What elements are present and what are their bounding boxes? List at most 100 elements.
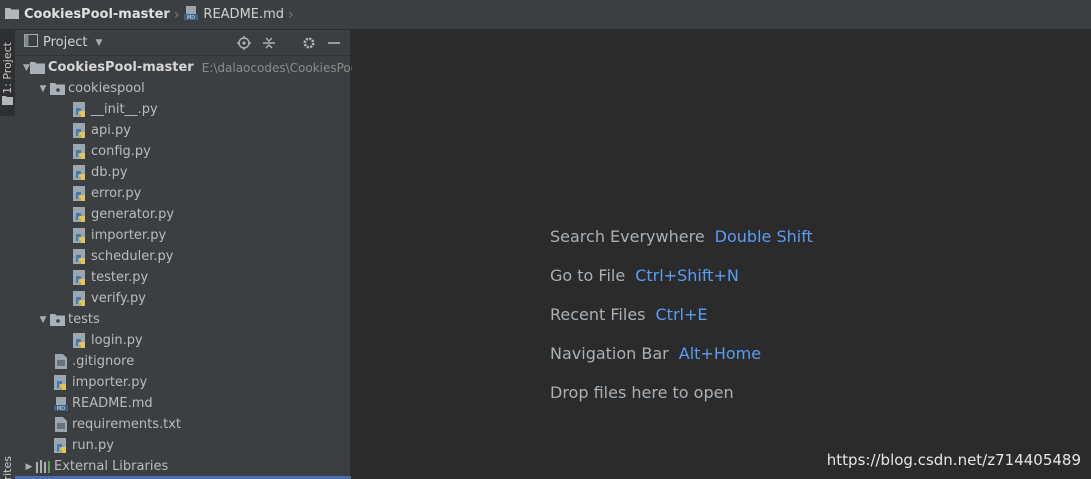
library-icon: [35, 459, 51, 475]
tree-file[interactable]: importer.py: [15, 372, 350, 393]
tree-file-label: db.py: [91, 165, 128, 180]
markdown-file-icon: MD: [53, 396, 69, 412]
tree-file[interactable]: verify.py: [15, 288, 350, 309]
project-panel: Project ▼ ▼ CookiesPool-master E:\dalaoc…: [15, 30, 366, 479]
python-file-icon: [72, 143, 88, 160]
shortcut-hints: Search Everywhere Double Shift Go to Fil…: [550, 227, 813, 422]
favorites-tool-tab[interactable]: orites: [1, 456, 14, 479]
python-file-icon: [72, 227, 88, 244]
hint-drop-files: Drop files here to open: [550, 383, 813, 422]
tree-file[interactable]: scheduler.py: [15, 246, 350, 267]
editor-empty-area[interactable]: Search Everywhere Double Shift Go to Fil…: [352, 31, 1091, 479]
folder-icon: [4, 6, 20, 24]
hint-label: Search Everywhere: [550, 227, 705, 246]
locate-target-icon[interactable]: [236, 35, 252, 51]
expand-arrow-icon[interactable]: ▼: [23, 63, 30, 73]
project-view-selector[interactable]: Project: [43, 35, 87, 50]
expand-arrow-icon[interactable]: ▶: [23, 462, 35, 472]
tree-folder-label: tests: [68, 312, 100, 327]
tree-file[interactable]: db.py: [15, 162, 350, 183]
project-tool-tab-label: 1: Project: [1, 42, 14, 94]
hint-navigation-bar: Navigation Bar Alt+Home: [550, 344, 813, 383]
python-file-icon: [72, 206, 88, 223]
expand-arrow-icon[interactable]: ▼: [37, 84, 49, 94]
project-view-icon: [24, 34, 38, 51]
tree-file-label: README.md: [72, 396, 153, 411]
tree-file[interactable]: __init__.py: [15, 99, 350, 120]
tree-root-path: E:\dalaocodes\CookiesPool-: [201, 60, 366, 75]
tree-file-label: login.py: [91, 333, 143, 348]
tree-file[interactable]: requirements.txt: [15, 414, 350, 435]
text-file-icon: [53, 417, 69, 433]
tree-file-label: run.py: [72, 438, 114, 453]
tree-root-label: CookiesPool-master: [47, 60, 194, 75]
hint-go-to-file: Go to File Ctrl+Shift+N: [550, 266, 813, 305]
tree-file[interactable]: config.py: [15, 141, 350, 162]
breadcrumb-file[interactable]: MD README.md: [183, 0, 284, 30]
package-folder-icon: [49, 81, 65, 97]
tree-folder-label: cookiespool: [68, 81, 145, 96]
tree-file-label: importer.py: [91, 228, 167, 243]
package-folder-icon: [49, 312, 65, 328]
hint-label: Go to File: [550, 266, 626, 285]
tool-window-strip: 1: Project orites: [0, 30, 16, 479]
project-panel-header: Project ▼: [15, 30, 350, 56]
tree-file[interactable]: generator.py: [15, 204, 350, 225]
tree-file-label: generator.py: [91, 207, 175, 222]
python-file-icon: [72, 332, 88, 349]
tree-root[interactable]: ▼ CookiesPool-master E:\dalaocodes\Cooki…: [15, 57, 366, 78]
tree-folder-tests[interactable]: ▼ tests: [15, 309, 350, 330]
tree-file-label: importer.py: [72, 375, 148, 390]
python-file-icon: [72, 269, 88, 286]
tree-file[interactable]: .gitignore: [15, 351, 350, 372]
tree-file[interactable]: MD README.md: [15, 393, 350, 414]
project-tree: ▼ CookiesPool-master E:\dalaocodes\Cooki…: [15, 56, 366, 477]
watermark-text: https://blog.csdn.net/z714405489: [826, 451, 1081, 469]
hint-search-everywhere: Search Everywhere Double Shift: [550, 227, 813, 266]
project-tool-tab[interactable]: 1: Project: [0, 30, 15, 116]
python-file-icon: [72, 290, 88, 307]
navigation-bar: CookiesPool-master › MD README.md ›: [0, 0, 1091, 30]
python-file-icon: [53, 374, 69, 391]
python-file-icon: [53, 437, 69, 454]
tree-file-label: requirements.txt: [72, 417, 182, 432]
hint-shortcut: Alt+Home: [678, 344, 762, 363]
tree-file-label: config.py: [91, 144, 151, 159]
tree-external-libraries[interactable]: ▶ External Libraries: [15, 456, 350, 477]
python-file-icon: [72, 185, 88, 202]
python-file-icon: [72, 122, 88, 139]
collapse-all-icon[interactable]: [261, 35, 277, 51]
tree-external-libraries-label: External Libraries: [54, 459, 169, 474]
tree-file[interactable]: tester.py: [15, 267, 350, 288]
python-file-icon: [72, 248, 88, 265]
tree-file[interactable]: api.py: [15, 120, 350, 141]
gear-icon[interactable]: [301, 35, 317, 51]
svg-text:MD: MD: [187, 15, 195, 21]
python-file-icon: [72, 101, 88, 118]
ide-window: CookiesPool-master › MD README.md › 1: P…: [0, 0, 1091, 479]
tree-file-label: scheduler.py: [91, 249, 174, 264]
folder-icon: [2, 90, 13, 109]
breadcrumb-chevron-icon: ›: [173, 6, 180, 23]
expand-arrow-icon[interactable]: ▼: [37, 315, 49, 325]
minimize-icon[interactable]: [326, 35, 342, 51]
hint-shortcut: Double Shift: [714, 227, 813, 246]
breadcrumb-chevron-icon: ›: [288, 6, 294, 23]
tree-file[interactable]: importer.py: [15, 225, 350, 246]
tree-file-label: __init__.py: [91, 102, 158, 117]
tree-file-label: error.py: [91, 186, 142, 201]
chevron-down-icon[interactable]: ▼: [95, 38, 102, 48]
svg-text:MD: MD: [57, 406, 65, 412]
text-file-icon: [53, 354, 69, 370]
tree-file[interactable]: run.py: [15, 435, 350, 456]
tree-folder-cookiespool[interactable]: ▼ cookiespool: [15, 78, 350, 99]
tree-file[interactable]: login.py: [15, 330, 350, 351]
hint-label: Recent Files: [550, 305, 646, 324]
folder-icon: [29, 60, 45, 76]
tree-file-label: tester.py: [91, 270, 149, 285]
breadcrumb-project-label: CookiesPool-master: [24, 7, 170, 22]
tree-file[interactable]: error.py: [15, 183, 350, 204]
breadcrumb-project[interactable]: CookiesPool-master: [4, 0, 170, 30]
markdown-file-icon: MD: [183, 5, 199, 25]
hint-label: Navigation Bar: [550, 344, 669, 363]
